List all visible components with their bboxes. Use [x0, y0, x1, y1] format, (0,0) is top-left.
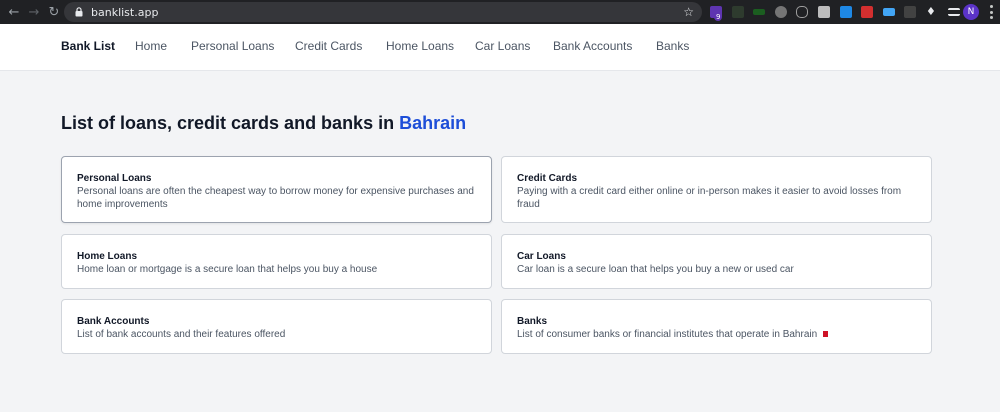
extension-icon[interactable]: [753, 9, 766, 15]
card-title: Bank Accounts: [77, 316, 150, 327]
country-name: Bahrain: [399, 113, 467, 133]
card-description: List of bank accounts and their features…: [77, 329, 286, 340]
extension-icon[interactable]: [882, 8, 895, 16]
card-title: Car Loans: [517, 251, 566, 262]
card-description: Car loan is a secure loan that helps you…: [517, 264, 794, 275]
extensions-bar: 9 ♦: [710, 4, 969, 21]
card-banks[interactable]: Banks List of consumer banks or financia…: [501, 299, 932, 354]
camera-icon[interactable]: [817, 6, 830, 18]
extension-icon[interactable]: [861, 6, 874, 18]
bookmark-star-icon[interactable]: ☆: [683, 5, 694, 19]
download-icon[interactable]: [839, 6, 852, 18]
card-description: Personal loans are often the cheapest wa…: [77, 186, 474, 210]
extension-icon[interactable]: 9: [710, 6, 723, 21]
puzzle-icon[interactable]: ♦: [926, 6, 938, 18]
lock-icon: [74, 7, 84, 17]
card-description: List of consumer banks or financial inst…: [517, 328, 916, 341]
card-description: Paying with a credit card either online …: [517, 186, 902, 210]
card-title: Personal Loans: [77, 173, 152, 184]
address-bar[interactable]: banklist.app ☆: [64, 2, 702, 22]
card-description: Home loan or mortgage is a secure loan t…: [77, 264, 378, 275]
bahrain-flag-icon: [820, 331, 829, 338]
reload-icon[interactable]: ↻: [44, 2, 64, 22]
card-personal-loans[interactable]: Personal Loans Personal loans are often …: [61, 156, 492, 223]
kebab-menu-icon[interactable]: [988, 5, 994, 19]
nav-personal-loans[interactable]: Personal Loans: [191, 39, 274, 53]
back-arrow-icon[interactable]: ←: [4, 2, 24, 22]
card-bank-accounts[interactable]: Bank Accounts List of bank accounts and …: [61, 299, 492, 354]
site-header: Bank List Home Personal Loans Credit Car…: [0, 24, 1000, 71]
brand-logo-link[interactable]: Bank List: [61, 39, 115, 53]
reading-list-icon[interactable]: [947, 8, 960, 16]
card-title: Banks: [517, 316, 548, 327]
extension-icon[interactable]: [904, 6, 917, 18]
profile-avatar[interactable]: N: [963, 4, 979, 20]
extension-icon[interactable]: [774, 6, 787, 18]
card-title: Credit Cards: [517, 173, 578, 184]
page-title: List of loans, credit cards and banks in…: [61, 113, 466, 134]
extension-icon[interactable]: [731, 6, 744, 18]
extension-badge: 9: [714, 13, 723, 21]
extension-icon[interactable]: [796, 6, 809, 18]
nav-banks[interactable]: Banks: [656, 39, 689, 53]
card-home-loans[interactable]: Home Loans Home loan or mortgage is a se…: [61, 234, 492, 289]
nav-credit-cards[interactable]: Credit Cards: [295, 39, 362, 53]
card-car-loans[interactable]: Car Loans Car loan is a secure loan that…: [501, 234, 932, 289]
nav-car-loans[interactable]: Car Loans: [475, 39, 530, 53]
card-description-text: List of consumer banks or financial inst…: [517, 329, 818, 340]
nav-bank-accounts[interactable]: Bank Accounts: [553, 39, 632, 53]
card-credit-cards[interactable]: Credit Cards Paying with a credit card e…: [501, 156, 932, 223]
nav-home[interactable]: Home: [135, 39, 167, 53]
browser-toolbar: ← → ↻ banklist.app ☆ 9 ♦ N: [0, 0, 1000, 24]
url-text[interactable]: banklist.app: [91, 6, 158, 19]
nav-home-loans[interactable]: Home Loans: [386, 39, 454, 53]
forward-arrow-icon[interactable]: →: [24, 2, 44, 22]
card-title: Home Loans: [77, 251, 138, 262]
page-title-text: List of loans, credit cards and banks in: [61, 113, 400, 133]
